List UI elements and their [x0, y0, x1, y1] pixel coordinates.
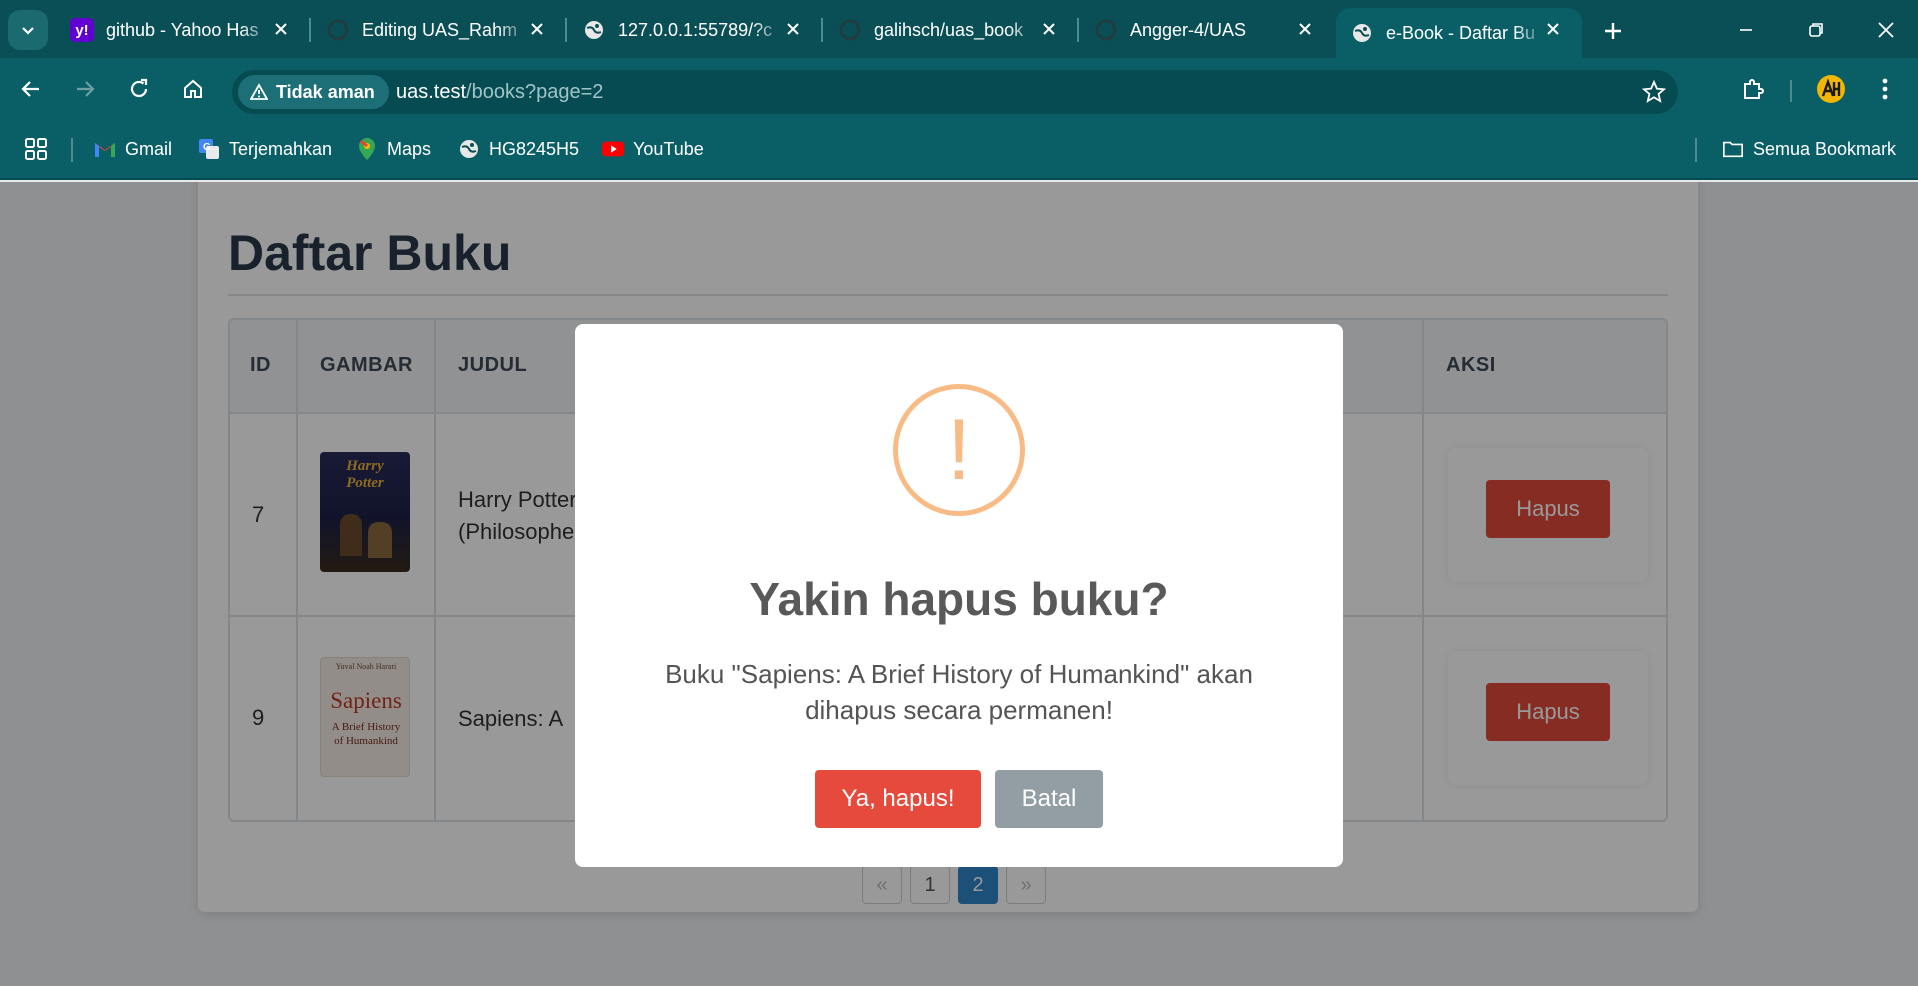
yahoo-icon: y!: [70, 18, 94, 42]
arrow-right-icon: [77, 81, 95, 97]
globe-icon: [458, 138, 480, 160]
bookmark-maps[interactable]: Maps: [356, 134, 431, 164]
tab-title: galihsch/uas_book: [874, 19, 1024, 40]
warning-icon: [250, 83, 268, 100]
close-icon[interactable]: [1294, 18, 1316, 40]
globe-icon: [582, 18, 606, 42]
close-icon[interactable]: [270, 18, 292, 40]
url-text[interactable]: uas.test/books?page=2: [396, 81, 603, 104]
tab-search-button[interactable]: [8, 10, 48, 50]
extensions-button[interactable]: [1734, 70, 1772, 108]
tab-galihsch[interactable]: galihsch/uas_book: [824, 8, 1078, 52]
bookmark-label: HG8245H5: [489, 138, 580, 159]
tab-editing[interactable]: Editing UAS_Rahm: [312, 8, 566, 52]
address-bar[interactable]: Tidak aman uas.test/books?page=2: [232, 70, 1678, 114]
svg-text:G: G: [203, 142, 211, 153]
minimize-icon: [1740, 29, 1752, 31]
puzzle-icon: [1744, 79, 1764, 99]
menu-button[interactable]: [1866, 70, 1904, 108]
bookmark-youtube[interactable]: YouTube: [602, 134, 704, 164]
translate-icon: G: [198, 138, 220, 160]
bookmark-separator: [1695, 138, 1697, 162]
restore-button[interactable]: [1796, 12, 1836, 48]
github-icon: [838, 18, 862, 42]
warning-icon: !: [893, 384, 1025, 516]
bookmark-label: YouTube: [633, 138, 704, 159]
bookmark-separator: [71, 138, 73, 162]
bookmark-hg8245h5[interactable]: HG8245H5: [458, 134, 579, 164]
tab-title: Angger-4/UAS: [1130, 19, 1247, 40]
home-button[interactable]: [174, 70, 212, 108]
new-tab-button[interactable]: [1596, 14, 1630, 48]
home-icon: [184, 79, 202, 98]
toolbar-divider: [1790, 80, 1792, 102]
tab-title: 127.0.0.1:55789/?c: [618, 19, 773, 40]
minimize-button[interactable]: [1726, 12, 1766, 48]
profile-avatar[interactable]: [1812, 70, 1850, 108]
apps-grid-icon: [25, 138, 47, 160]
maps-icon: [356, 138, 378, 160]
close-icon[interactable]: [782, 18, 804, 40]
tab-angger[interactable]: Angger-4/UAS: [1080, 8, 1334, 52]
url-host: uas.test: [396, 81, 467, 103]
tab-title: e-Book - Daftar Bu: [1386, 22, 1536, 43]
avatar-icon: [1817, 75, 1845, 103]
close-icon[interactable]: [1038, 18, 1060, 40]
plus-icon: [1605, 23, 1621, 39]
folder-icon: [1722, 138, 1744, 160]
forward-button[interactable]: [66, 70, 104, 108]
close-icon[interactable]: [526, 18, 548, 40]
bookmarks-bar: Gmail G Terjemahkan Maps HG8245H5 YouTub…: [0, 120, 1918, 180]
bookmark-label: Terjemahkan: [229, 138, 333, 159]
tab-separator: [565, 18, 567, 42]
confirm-delete-dialog: ! Yakin hapus buku? Buku "Sapiens: A Bri…: [575, 324, 1343, 867]
tab-localhost[interactable]: 127.0.0.1:55789/?c: [568, 8, 822, 52]
youtube-icon: [602, 138, 624, 160]
dialog-actions: Ya, hapus! Batal: [575, 770, 1343, 828]
reload-button[interactable]: [120, 70, 158, 108]
apps-button[interactable]: [24, 134, 48, 164]
gmail-icon: [94, 138, 116, 160]
url-path: /books?page=2: [466, 81, 604, 103]
close-icon[interactable]: [1542, 18, 1564, 40]
bookmark-star-button[interactable]: [1640, 78, 1668, 106]
reload-icon: [130, 78, 148, 98]
browser-toolbar: Tidak aman uas.test/books?page=2: [0, 58, 1918, 120]
close-window-button[interactable]: [1866, 12, 1906, 48]
arrow-left-icon: [21, 81, 39, 97]
bookmark-label: Gmail: [125, 138, 173, 159]
security-label: Tidak aman: [276, 81, 375, 102]
cancel-button[interactable]: Batal: [995, 770, 1103, 828]
tab-title: github - Yahoo Has: [106, 19, 259, 40]
github-icon: [326, 18, 350, 42]
more-vert-icon: [1882, 78, 1888, 100]
restore-icon: [1809, 23, 1823, 37]
star-icon: [1642, 80, 1666, 103]
security-chip[interactable]: Tidak aman: [238, 75, 389, 109]
dialog-title: Yakin hapus buku?: [749, 573, 1169, 625]
close-icon: [1878, 22, 1894, 38]
tab-title: Editing UAS_Rahm: [362, 19, 518, 40]
bookmark-terjemahkan[interactable]: G Terjemahkan: [198, 134, 332, 164]
confirm-delete-button[interactable]: Ya, hapus!: [815, 770, 981, 828]
tab-separator: [821, 18, 823, 42]
tab-separator: [309, 18, 311, 42]
tab-ebook-active[interactable]: e-Book - Daftar Bu: [1336, 8, 1582, 58]
bookmark-label: Maps: [387, 138, 432, 159]
back-button[interactable]: [12, 70, 50, 108]
bookmark-gmail[interactable]: Gmail: [94, 134, 172, 164]
all-bookmarks-button[interactable]: Semua Bookmark: [1722, 134, 1896, 164]
tab-strip: y! github - Yahoo Has Editing UAS_Rahm 1…: [0, 0, 1918, 58]
dialog-message: Buku "Sapiens: A Brief History of Humank…: [665, 659, 1253, 725]
tab-yahoo[interactable]: y! github - Yahoo Has: [56, 8, 310, 52]
github-icon: [1094, 18, 1118, 42]
all-bookmarks-label: Semua Bookmark: [1753, 138, 1897, 159]
globe-icon: [1350, 21, 1374, 45]
chevron-down-icon: [22, 27, 34, 35]
tab-separator: [1077, 18, 1079, 42]
